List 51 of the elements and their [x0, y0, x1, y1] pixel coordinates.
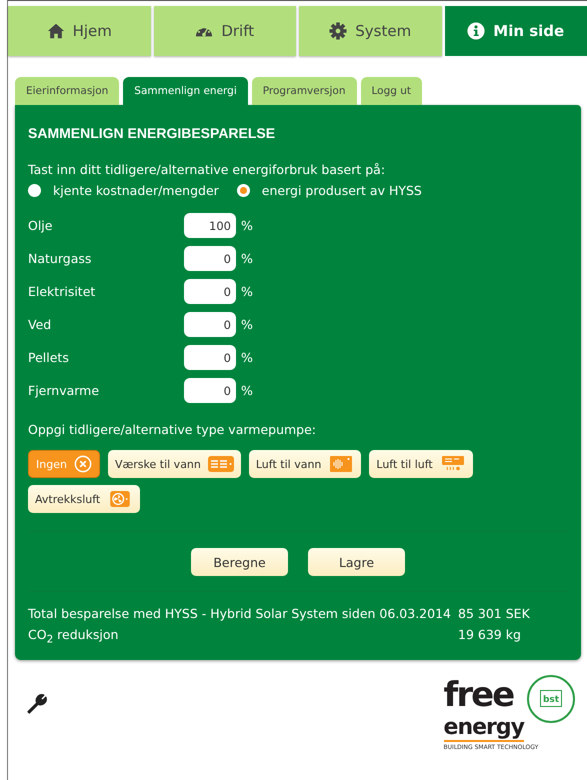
percent-field[interactable]: 0 [184, 378, 236, 403]
pump-type-button[interactable]: Avtrekksluft [28, 485, 140, 513]
source-label: Ved [28, 317, 52, 332]
unit-label: % [241, 284, 253, 299]
nav-tab[interactable]: Drift [154, 6, 296, 56]
heat-pump-icon [208, 456, 234, 472]
pump-type-button[interactable]: Luft til luft [369, 450, 473, 478]
source-label: Elektrisitet [28, 284, 96, 299]
close-icon [74, 455, 92, 473]
sub-tab[interactable]: Sammenlign energi [123, 77, 248, 105]
pump-prompt: Oppgi tidligere/alternative type varmepumpe: [28, 422, 318, 437]
radio-option[interactable]: energi produsert av HYSS [236, 183, 422, 198]
heat-pump-icon [328, 456, 354, 472]
sub-tab[interactable]: Logg ut [360, 77, 422, 105]
nav-tab[interactable]: Min side [444, 6, 587, 56]
source-label: Olje [28, 218, 54, 233]
home-icon [46, 22, 65, 40]
info-icon [467, 22, 486, 40]
radio-button[interactable] [236, 184, 250, 197]
source-label: Naturgass [28, 251, 92, 266]
source-label: Pellets [28, 350, 70, 365]
unit-label: % [241, 218, 253, 233]
action-button[interactable]: Beregne [191, 548, 288, 576]
pump-type-button[interactable]: Luft til vann [248, 450, 362, 478]
source-label: Fjernvarme [28, 383, 100, 398]
gear-icon [329, 22, 348, 40]
radio-button[interactable] [28, 184, 41, 197]
wrench-icon[interactable] [26, 692, 48, 714]
pump-type-button[interactable]: Værske til vann [108, 450, 241, 478]
result-label: CO$_{2}$ reduksjon [28, 627, 120, 646]
result-value: 85 301 SEK [458, 606, 531, 621]
radio-option[interactable]: kjente kostnader/mengder [28, 183, 219, 198]
air-conditioner-icon [440, 456, 466, 472]
result-label: Total besparelse med HYSS - Hybrid Solar System siden 06.03.2014 [28, 606, 452, 621]
unit-label: % [241, 350, 253, 365]
unit-label: % [241, 251, 253, 266]
sub-tab[interactable]: Programversjon [252, 77, 357, 105]
unit-label: % [241, 383, 253, 398]
result-value: 19 639 kg [458, 627, 522, 644]
percent-field[interactable]: 0 [184, 345, 236, 370]
percent-field[interactable]: 0 [184, 312, 236, 337]
percent-field[interactable]: 0 [184, 246, 236, 271]
nav-tab[interactable]: Hjem [8, 6, 150, 56]
action-button[interactable]: Lagre [308, 548, 405, 576]
percent-field[interactable]: 0 [184, 279, 236, 304]
panel-title: SAMMENLIGN ENERGIBESPARELSE [28, 125, 276, 141]
unit-label: % [241, 317, 253, 332]
nav-tab[interactable]: System [299, 6, 442, 56]
basis-prompt: Tast inn ditt tidligere/alternative energiforbruk basert på: [28, 162, 386, 177]
sub-tab[interactable]: Eierinformasjon [15, 77, 120, 105]
percent-field[interactable]: 100 [184, 213, 236, 238]
